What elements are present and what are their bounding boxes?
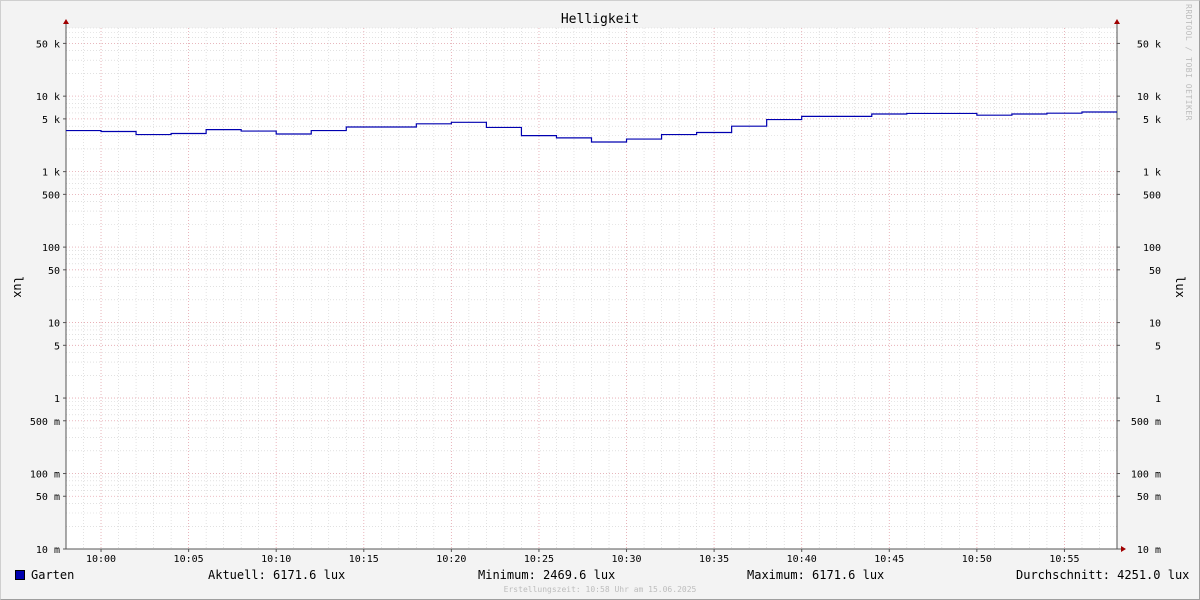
y-tick-label: 1 k [42, 168, 60, 179]
y-tick-label: 500 [42, 190, 60, 201]
legend-label: Garten [31, 568, 75, 582]
chart-title: Helligkeit [561, 12, 639, 27]
y-tick-label: 10 [1149, 319, 1161, 330]
y-axis-label-left: lux [11, 276, 25, 298]
y-tick-label: 10 m [36, 545, 60, 556]
y-tick-label: 5 [1155, 341, 1161, 352]
y-tick-label: 10 [48, 319, 60, 330]
watermark: RRDTOOL / TOBI OETIKER [1184, 4, 1193, 121]
y-axis-label-right: lux [1173, 276, 1187, 298]
y-axis-right-arrow [1114, 19, 1120, 24]
x-tick-label: 10:00 [86, 554, 116, 565]
chart-canvas: 10 m 50 m 100 m 500 m 1 5 10 50 100 500 1 k 5 k 10 k… [11, 12, 1187, 565]
y-tick-label: 100 m [30, 470, 60, 481]
y-tick-label: 5 k [42, 115, 60, 126]
y-tick-label: 10 k [36, 92, 60, 103]
x-tick-label: 10:40 [787, 554, 817, 565]
y-tick-label: 10 m [1137, 545, 1161, 556]
x-tick-label: 10:35 [699, 554, 729, 565]
stat-average: Durchschnitt: 4251.0 lux [1016, 568, 1190, 582]
y-tick-label: 100 m [1131, 470, 1161, 481]
stat-current: Aktuell: 6171.6 lux [208, 568, 346, 582]
legend-swatch [15, 570, 25, 580]
y-axis-right-ticks: 10 m 50 m 100 m 500 m 1 5 10 50 100 500 1 k 5 k 10 k… [1117, 39, 1161, 556]
y-axis-left-ticks: 10 m 50 m 100 m 500 m 1 5 10 50 100 500 1 k 5 k 10 k… [30, 39, 66, 556]
y-tick-label: 50 [1149, 266, 1161, 277]
y-tick-label: 1 [1155, 394, 1161, 405]
x-tick-label: 10:45 [874, 554, 904, 565]
stat-minimum: Minimum: 2469.6 lux [478, 568, 616, 582]
y-tick-label: 50 k [36, 39, 60, 50]
x-tick-label: 10:05 [174, 554, 204, 565]
y-tick-label: 500 [1143, 190, 1161, 201]
y-tick-label: 50 k [1137, 39, 1161, 50]
stat-maximum: Maximum: 6171.6 lux [747, 568, 885, 582]
creation-timestamp: Erstellungszeit: 10:58 Uhr am 15.06.2025 [503, 585, 697, 594]
y-tick-label: 5 k [1143, 115, 1161, 126]
y-tick-label: 50 [48, 266, 60, 277]
x-tick-label: 10:20 [436, 554, 466, 565]
x-tick-label: 10:25 [524, 554, 554, 565]
y-tick-label: 500 m [30, 417, 60, 428]
legend-entry-garten: Garten [15, 568, 74, 582]
y-tick-label: 100 [42, 243, 60, 254]
y-tick-label: 1 k [1143, 168, 1161, 179]
x-tick-label: 10:30 [611, 554, 641, 565]
x-tick-label: 10:15 [349, 554, 379, 565]
y-tick-label: 10 k [1137, 92, 1161, 103]
y-axis-left-arrow [63, 19, 69, 24]
x-tick-label: 10:50 [962, 554, 992, 565]
y-tick-label: 500 m [1131, 417, 1161, 428]
x-axis-arrow [1121, 546, 1126, 552]
y-tick-label: 1 [54, 394, 60, 405]
y-tick-label: 50 m [36, 492, 60, 503]
x-tick-label: 10:55 [1049, 554, 1079, 565]
x-axis-ticks: 10:00 10:05 10:10 10:15 10:20 10:25 10:30 10:35… [86, 549, 1080, 565]
y-tick-label: 100 [1143, 243, 1161, 254]
y-tick-label: 5 [54, 341, 60, 352]
x-tick-label: 10:10 [261, 554, 291, 565]
y-tick-label: 50 m [1137, 492, 1161, 503]
